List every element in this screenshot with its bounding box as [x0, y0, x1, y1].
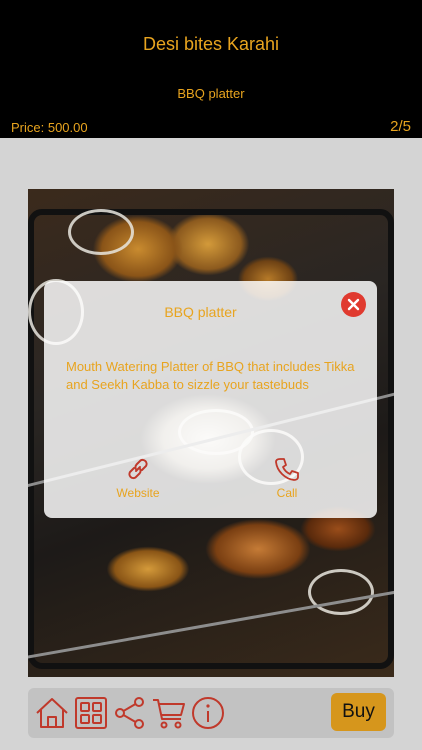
info-icon	[192, 697, 224, 729]
close-icon	[347, 298, 360, 311]
popup-description: Mouth Watering Platter of BBQ that inclu…	[66, 359, 355, 392]
website-button[interactable]: Website	[88, 454, 188, 500]
grid-button[interactable]	[73, 694, 111, 732]
close-button[interactable]	[341, 292, 366, 317]
onion-ring	[308, 569, 374, 615]
onion-ring	[68, 209, 134, 255]
link-icon	[128, 458, 148, 480]
cart-icon	[153, 699, 185, 729]
home-button[interactable]	[34, 694, 72, 732]
call-button[interactable]: Call	[237, 454, 337, 500]
share-button[interactable]	[112, 694, 150, 732]
item-counter: 2/5	[390, 118, 411, 135]
grid-icon	[75, 697, 107, 729]
buy-button[interactable]: Buy	[331, 693, 386, 731]
price-label: Price: 500.00	[11, 120, 88, 135]
home-icon	[36, 698, 68, 728]
share-icon	[115, 697, 144, 729]
website-label: Website	[116, 486, 160, 500]
header: Desi bites Karahi BBQ platter Price: 500…	[0, 0, 422, 138]
item-name: BBQ platter	[177, 86, 245, 101]
popup-title: BBQ platter	[164, 304, 237, 320]
phone-icon	[275, 458, 299, 481]
call-label: Call	[276, 486, 298, 500]
bottom-toolbar: Buy	[28, 688, 394, 738]
item-details-popup: BBQ platter Mouth Watering Platter of BB…	[44, 281, 377, 518]
app-title: Desi bites Karahi	[142, 34, 280, 54]
info-button[interactable]	[190, 694, 228, 732]
cart-button[interactable]	[151, 694, 189, 732]
